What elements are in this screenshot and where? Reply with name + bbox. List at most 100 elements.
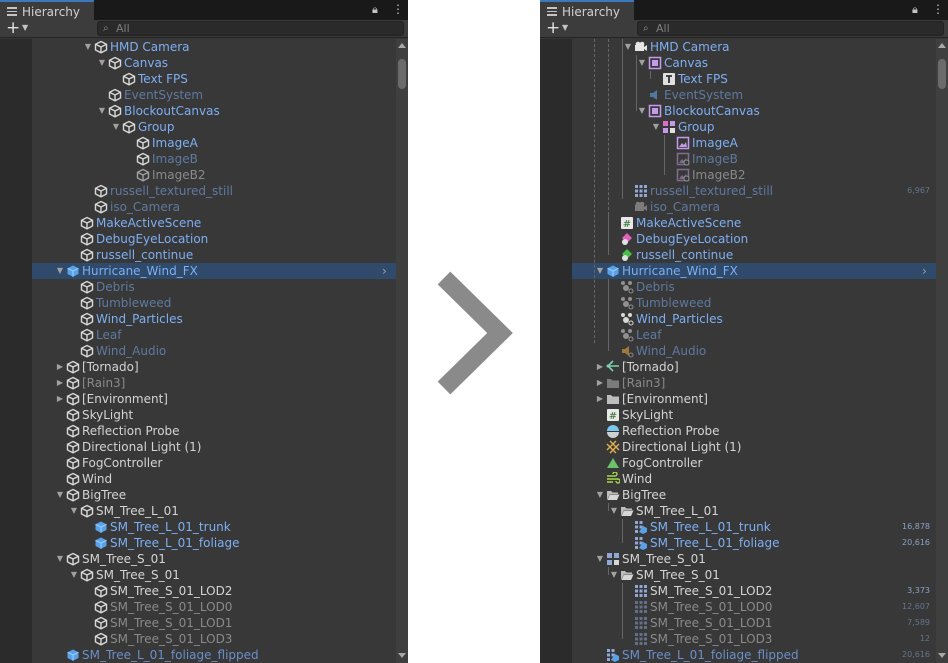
- hierarchy-row[interactable]: EventSystem: [572, 87, 936, 103]
- expand-arrow-right-icon[interactable]: ▶: [55, 375, 65, 391]
- expand-arrow-down-icon[interactable]: ▼: [111, 119, 121, 135]
- hierarchy-row[interactable]: Debris: [32, 279, 396, 295]
- expand-arrow-down-icon[interactable]: ▼: [609, 567, 619, 583]
- lock-icon[interactable]: 🔒︎: [912, 3, 918, 17]
- scrollbar-thumb[interactable]: [398, 59, 406, 89]
- hierarchy-row[interactable]: DebugEyeLocation: [572, 231, 936, 247]
- hierarchy-row[interactable]: Tumbleweed: [32, 295, 396, 311]
- more-options-icon[interactable]: ⋮: [932, 2, 944, 16]
- hierarchy-row[interactable]: Reflection Probe: [572, 423, 936, 439]
- expand-arrow-down-icon[interactable]: ▼: [69, 503, 79, 519]
- hierarchy-row[interactable]: EventSystem: [32, 87, 396, 103]
- hierarchy-row[interactable]: russell_continue: [572, 247, 936, 263]
- hierarchy-row[interactable]: ▼ Group: [32, 119, 396, 135]
- create-button[interactable]: +: [6, 18, 20, 38]
- hierarchy-row[interactable]: ▶ [Environment]: [32, 391, 396, 407]
- hierarchy-row[interactable]: ImageA: [32, 135, 396, 151]
- vertical-scrollbar[interactable]: [936, 39, 948, 663]
- dropdown-arrow-icon[interactable]: ▼: [22, 23, 28, 32]
- tab-hierarchy[interactable]: Hierarchy: [0, 0, 94, 20]
- hierarchy-row[interactable]: DebugEyeLocation: [32, 231, 396, 247]
- hierarchy-row[interactable]: iso_Camera: [32, 199, 396, 215]
- hierarchy-row[interactable]: russell_textured_still 6,967: [572, 183, 936, 199]
- vertical-scrollbar[interactable]: [396, 39, 408, 663]
- hierarchy-row[interactable]: FogController: [572, 455, 936, 471]
- hierarchy-row[interactable]: ImageB2: [572, 167, 936, 183]
- expand-arrow-down-icon[interactable]: ▼: [55, 551, 65, 567]
- hierarchy-row[interactable]: SM_Tree_S_01_LOD3 12: [572, 631, 936, 647]
- hierarchy-row[interactable]: SM_Tree_S_01_LOD0 12,607: [572, 599, 936, 615]
- hierarchy-row[interactable]: ImageB2: [32, 167, 396, 183]
- expand-arrow-down-icon[interactable]: ▼: [595, 551, 605, 567]
- hierarchy-row[interactable]: ▼ Group: [572, 119, 936, 135]
- hierarchy-row[interactable]: # MakeActiveScene: [572, 215, 936, 231]
- hierarchy-row[interactable]: Debris: [572, 279, 936, 295]
- hierarchy-row[interactable]: FogController: [32, 455, 396, 471]
- hierarchy-row[interactable]: SM_Tree_L_01_trunk: [32, 519, 396, 535]
- hierarchy-row[interactable]: MakeActiveScene: [32, 215, 396, 231]
- dropdown-arrow-icon[interactable]: ▼: [562, 23, 568, 32]
- hierarchy-row[interactable]: Leaf: [572, 327, 936, 343]
- expand-arrow-right-icon[interactable]: ▶: [55, 359, 65, 375]
- hierarchy-row[interactable]: ▼ Canvas: [572, 55, 936, 71]
- hierarchy-row[interactable]: SM_Tree_L_01_foliage: [32, 535, 396, 551]
- hierarchy-row[interactable]: ▼ SM_Tree_S_01: [32, 551, 396, 567]
- hierarchy-row[interactable]: ▼ BlockoutCanvas: [32, 103, 396, 119]
- expand-arrow-right-icon[interactable]: ▶: [595, 375, 605, 391]
- lock-icon[interactable]: 🔒︎: [372, 3, 378, 17]
- hierarchy-row[interactable]: Wind_Particles: [572, 311, 936, 327]
- chevron-right-icon[interactable]: ›: [922, 264, 927, 278]
- hierarchy-row[interactable]: ▶ [Tornado]: [572, 359, 936, 375]
- hierarchy-row[interactable]: Tumbleweed: [572, 295, 936, 311]
- hierarchy-row[interactable]: ImageB: [572, 151, 936, 167]
- expand-arrow-down-icon[interactable]: ▼: [623, 39, 633, 55]
- hierarchy-row[interactable]: Directional Light (1): [32, 439, 396, 455]
- hierarchy-row[interactable]: ImageA: [572, 135, 936, 151]
- expand-arrow-down-icon[interactable]: ▼: [651, 119, 661, 135]
- hierarchy-row[interactable]: ▼ BigTree: [572, 487, 936, 503]
- hierarchy-row[interactable]: SM_Tree_S_01_LOD2: [32, 583, 396, 599]
- hierarchy-row[interactable]: # SkyLight: [572, 407, 936, 423]
- hierarchy-row[interactable]: Leaf: [32, 327, 396, 343]
- scroll-down-icon[interactable]: [938, 653, 946, 658]
- hierarchy-row[interactable]: russell_continue: [32, 247, 396, 263]
- hierarchy-row[interactable]: ▼ HMD Camera: [572, 39, 936, 55]
- hierarchy-row[interactable]: Wind: [32, 471, 396, 487]
- hierarchy-row[interactable]: SM_Tree_L_01_trunk 16,878: [572, 519, 936, 535]
- search-input[interactable]: ⌕ All: [637, 21, 944, 36]
- hierarchy-row[interactable]: ▶ [Tornado]: [32, 359, 396, 375]
- tab-hierarchy[interactable]: Hierarchy: [540, 0, 634, 20]
- expand-arrow-right-icon[interactable]: ▶: [595, 359, 605, 375]
- hierarchy-row[interactable]: Wind_Audio: [572, 343, 936, 359]
- scroll-up-icon[interactable]: [398, 43, 406, 48]
- hierarchy-row[interactable]: ▼ SM_Tree_S_01: [572, 551, 936, 567]
- hierarchy-row[interactable]: ▶ [Rain3]: [572, 375, 936, 391]
- hierarchy-row[interactable]: Wind_Particles: [32, 311, 396, 327]
- hierarchy-row[interactable]: SM_Tree_L_01_foliage_flipped 20,616: [572, 647, 936, 663]
- expand-arrow-down-icon[interactable]: ▼: [637, 55, 647, 71]
- hierarchy-row[interactable]: ▼ Canvas: [32, 55, 396, 71]
- hierarchy-row[interactable]: ImageB: [32, 151, 396, 167]
- create-button[interactable]: +: [546, 18, 560, 38]
- scrollbar-thumb[interactable]: [938, 59, 946, 89]
- hierarchy-row[interactable]: SM_Tree_S_01_LOD2 3,373: [572, 583, 936, 599]
- expand-arrow-down-icon[interactable]: ▼: [97, 103, 107, 119]
- chevron-right-icon[interactable]: ›: [382, 264, 387, 278]
- scroll-down-icon[interactable]: [398, 653, 406, 658]
- hierarchy-row[interactable]: SM_Tree_L_01_foliage_flipped: [32, 647, 396, 663]
- scroll-up-icon[interactable]: [938, 43, 946, 48]
- expand-arrow-down-icon[interactable]: ▼: [595, 487, 605, 503]
- hierarchy-row[interactable]: SM_Tree_S_01_LOD3: [32, 631, 396, 647]
- hierarchy-row[interactable]: ▼ SM_Tree_L_01: [32, 503, 396, 519]
- hierarchy-row[interactable]: SM_Tree_S_01_LOD0: [32, 599, 396, 615]
- hierarchy-row[interactable]: ▼ BigTree: [32, 487, 396, 503]
- hierarchy-row[interactable]: iso_Camera: [572, 199, 936, 215]
- hierarchy-row[interactable]: Reflection Probe: [32, 423, 396, 439]
- expand-arrow-down-icon[interactable]: ▼: [97, 55, 107, 71]
- hierarchy-row[interactable]: ▶ [Environment]: [572, 391, 936, 407]
- hierarchy-row[interactable]: Text FPS: [572, 71, 936, 87]
- hierarchy-row[interactable]: ▼ Hurricane_Wind_FX: [32, 263, 396, 279]
- expand-arrow-right-icon[interactable]: ▶: [55, 391, 65, 407]
- hierarchy-row[interactable]: Directional Light (1): [572, 439, 936, 455]
- hierarchy-row[interactable]: SM_Tree_S_01_LOD1: [32, 615, 396, 631]
